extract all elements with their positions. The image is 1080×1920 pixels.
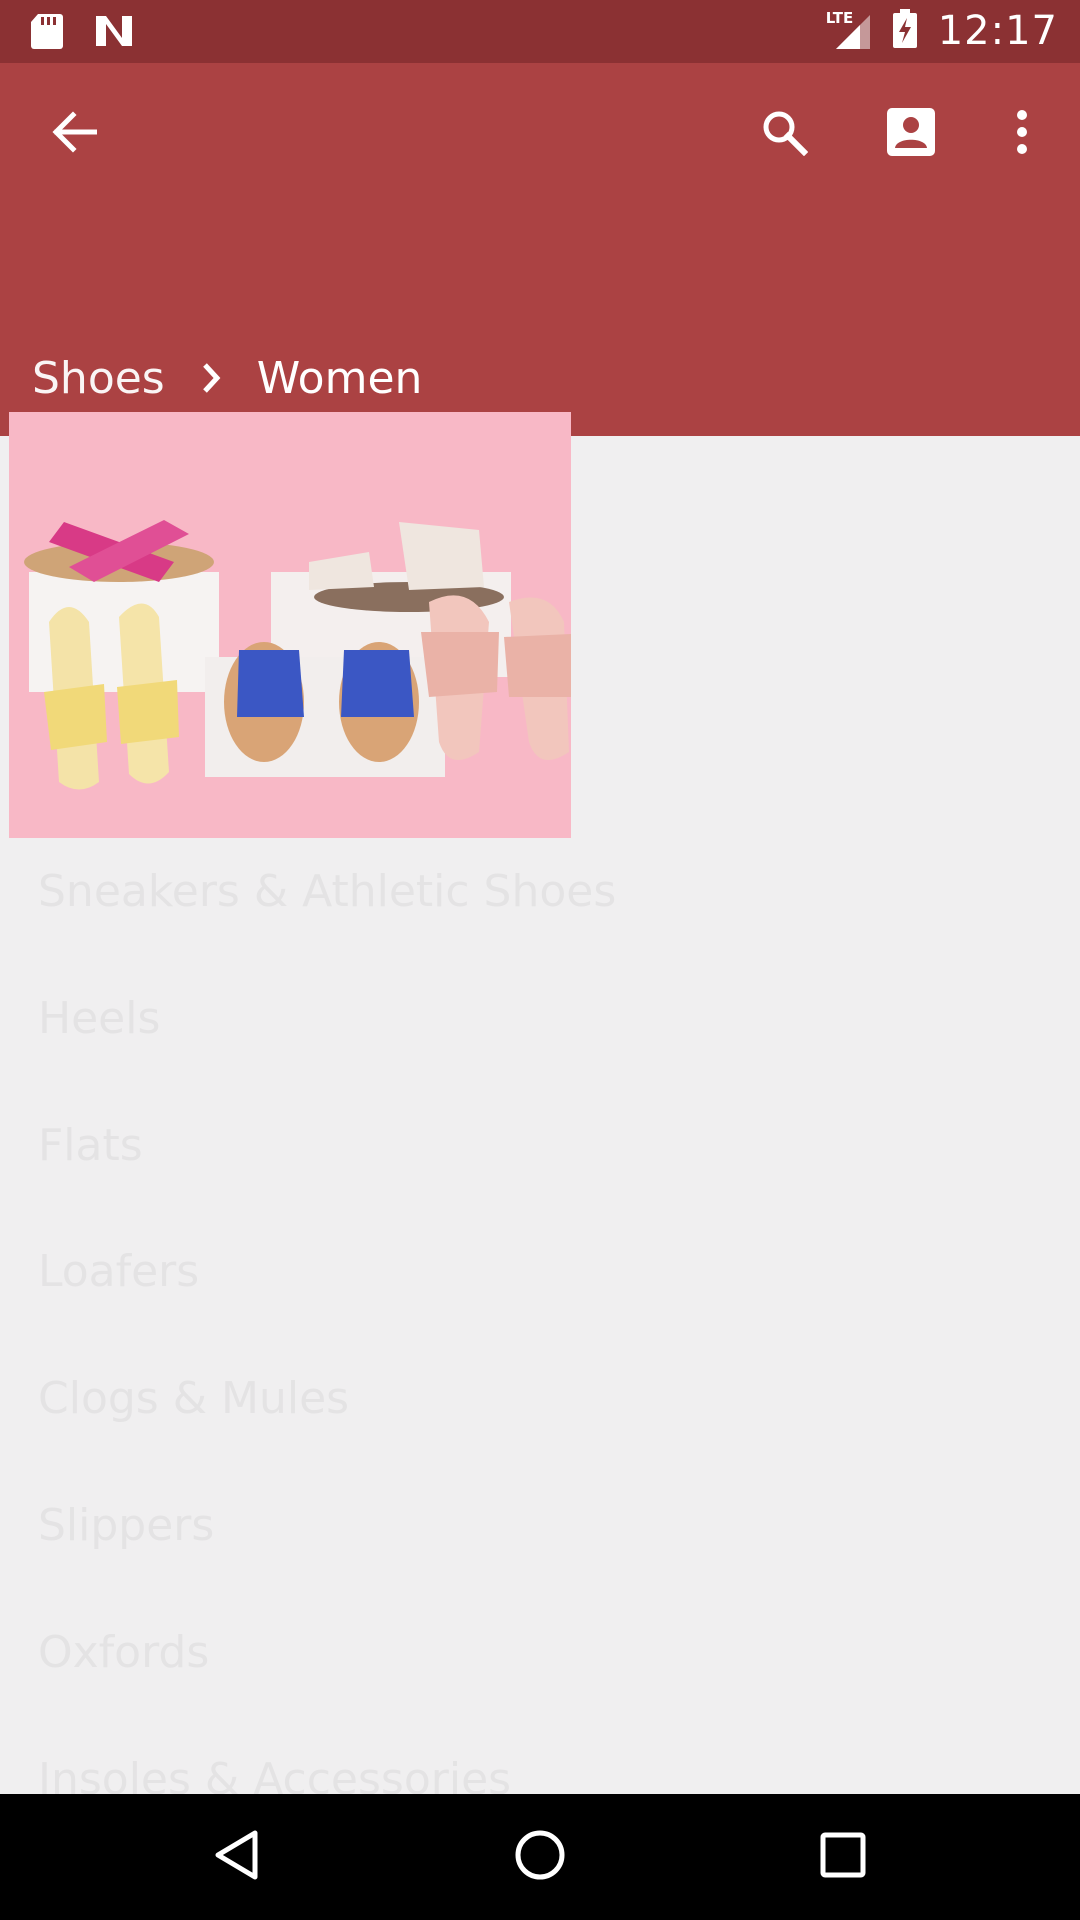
nav-back-button[interactable] <box>196 1817 276 1897</box>
account-box-icon <box>887 107 935 161</box>
sd-card-icon <box>30 12 64 55</box>
breadcrumb: Shoes Women <box>32 348 422 408</box>
breadcrumb-current: Women <box>256 352 423 404</box>
list-item[interactable]: Oxfords <box>38 1627 209 1678</box>
battery-charging-icon <box>892 8 918 54</box>
back-triangle-icon <box>213 1829 259 1886</box>
navigation-bar <box>0 1794 1080 1920</box>
back-button[interactable] <box>34 94 114 174</box>
status-time: 12:17 <box>937 8 1058 54</box>
nav-home-button[interactable] <box>500 1817 580 1897</box>
list-item[interactable]: Flats <box>38 1120 143 1171</box>
search-icon <box>760 108 809 161</box>
chevron-right-icon <box>201 362 221 394</box>
more-vert-icon <box>1015 109 1029 160</box>
list-item[interactable]: Loafers <box>38 1246 199 1297</box>
nav-recents-button[interactable] <box>803 1817 883 1897</box>
list-item[interactable]: Slippers <box>38 1500 214 1551</box>
list-item[interactable]: Heels <box>38 993 160 1044</box>
status-bar: LTE 12:17 <box>0 0 1080 63</box>
search-button[interactable] <box>744 94 824 174</box>
shoes-image[interactable] <box>9 412 571 838</box>
recents-square-icon <box>820 1832 866 1883</box>
account-button[interactable] <box>871 94 951 174</box>
more-options-button[interactable] <box>982 94 1062 174</box>
shoes-photo <box>9 412 571 838</box>
list-item[interactable]: Clogs & Mules <box>38 1373 349 1424</box>
n-notification-icon <box>94 14 134 53</box>
back-arrow-icon <box>51 110 98 158</box>
home-circle-icon <box>514 1829 566 1886</box>
app-bar: Shoes Women <box>0 63 1080 436</box>
lte-signal-icon: LTE <box>826 9 872 51</box>
breadcrumb-parent[interactable]: Shoes <box>32 353 165 404</box>
list-item[interactable]: Sneakers & Athletic Shoes <box>38 866 616 917</box>
